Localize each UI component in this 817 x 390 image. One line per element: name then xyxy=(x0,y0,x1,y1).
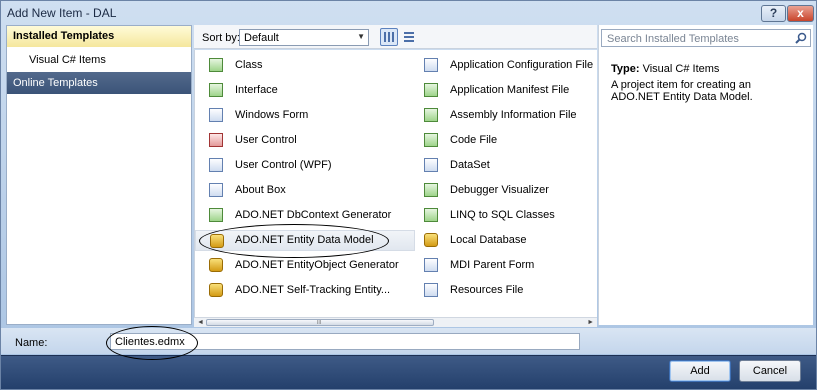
template-item-windows-form[interactable]: Windows Form xyxy=(195,105,395,126)
type-value: Visual C# Items xyxy=(642,63,720,75)
nav-visual-csharp-items[interactable]: Visual C# Items xyxy=(7,50,191,70)
sort-by-label: Sort by: xyxy=(202,32,240,44)
title-bar: Add New Item - DAL ? x xyxy=(1,1,816,24)
resources-file-icon xyxy=(424,283,438,297)
sort-by-value: Default xyxy=(244,32,279,44)
nav-installed-templates[interactable]: Installed Templates xyxy=(7,26,191,47)
template-categories-panel: Installed Templates Visual C# Items Onli… xyxy=(6,25,192,325)
nav-online-templates[interactable]: Online Templates xyxy=(7,72,191,94)
chevron-down-icon: ▼ xyxy=(357,32,365,41)
template-item-dataset[interactable]: DataSet xyxy=(410,155,597,176)
template-label: User Control (WPF) xyxy=(235,159,332,171)
sort-toolbar: Sort by: Default ▼ xyxy=(194,25,597,49)
name-row: Name: xyxy=(1,328,816,354)
template-label: ADO.NET EntityObject Generator xyxy=(235,259,399,271)
close-button[interactable]: x xyxy=(787,5,814,22)
add-new-item-dialog: Add New Item - DAL ? x Installed Templat… xyxy=(0,0,817,390)
search-templates-input[interactable]: Search Installed Templates xyxy=(601,29,811,47)
help-button[interactable]: ? xyxy=(761,5,786,22)
window-title: Add New Item - DAL xyxy=(7,6,117,20)
template-item-self-tracking-entity[interactable]: ADO.NET Self-Tracking Entity... xyxy=(195,280,395,301)
type-label: Type: xyxy=(611,63,640,75)
medium-icons-view-button[interactable] xyxy=(380,28,398,46)
config-file-icon xyxy=(424,58,438,72)
scroll-left-icon[interactable]: ◄ xyxy=(197,319,204,326)
template-item-user-control-wpf[interactable]: User Control (WPF) xyxy=(195,155,395,176)
template-item-entity-data-model[interactable]: ADO.NET Entity Data Model xyxy=(195,230,415,251)
debugger-visualizer-icon xyxy=(424,183,438,197)
template-item-resources-file[interactable]: Resources File xyxy=(410,280,597,301)
dataset-icon xyxy=(424,158,438,172)
name-input[interactable] xyxy=(110,333,580,350)
template-item-linq-to-sql[interactable]: LINQ to SQL Classes xyxy=(410,205,597,226)
template-label: Application Manifest File xyxy=(450,84,570,96)
template-label: Application Configuration File xyxy=(450,59,594,71)
dialog-footer: Add Cancel xyxy=(1,355,816,389)
template-label: Local Database xyxy=(450,234,527,246)
template-item-debugger-visualizer[interactable]: Debugger Visualizer xyxy=(410,180,597,201)
template-item-local-database[interactable]: Local Database xyxy=(410,230,597,251)
linq-to-sql-icon xyxy=(424,208,438,222)
template-item-code-file[interactable]: Code File xyxy=(410,130,597,151)
template-label: Code File xyxy=(450,134,498,146)
medium-icons-icon xyxy=(384,32,394,42)
template-label: Debugger Visualizer xyxy=(450,184,549,196)
code-file-icon xyxy=(424,133,438,147)
user-control-icon xyxy=(209,133,223,147)
sort-by-select[interactable]: Default ▼ xyxy=(239,29,369,46)
user-control-wpf-icon xyxy=(209,158,223,172)
scroll-right-icon[interactable]: ► xyxy=(587,319,594,326)
template-label: User Control xyxy=(235,134,297,146)
template-description: A project item for creating an ADO.NET E… xyxy=(611,79,753,103)
template-list-scrollbar[interactable]: ◄ III ► xyxy=(194,317,597,327)
template-label: LINQ to SQL Classes xyxy=(450,209,555,221)
template-item-dbcontext-generator[interactable]: ADO.NET DbContext Generator xyxy=(195,205,395,226)
manifest-file-icon xyxy=(424,83,438,97)
template-item-user-control[interactable]: User Control xyxy=(195,130,395,151)
search-placeholder: Search Installed Templates xyxy=(607,33,739,45)
template-item-config-file[interactable]: Application Configuration File xyxy=(410,55,597,76)
template-label: MDI Parent Form xyxy=(450,259,535,271)
add-button[interactable]: Add xyxy=(669,360,731,382)
template-label: Windows Form xyxy=(235,109,309,121)
type-line: Type: Visual C# Items xyxy=(611,63,719,75)
template-list: Class Interface Windows Form User Contro… xyxy=(194,50,597,317)
local-database-icon xyxy=(424,233,438,247)
small-icons-view-button[interactable] xyxy=(400,28,418,46)
template-label: About Box xyxy=(235,184,286,196)
interface-icon xyxy=(209,83,223,97)
template-label: ADO.NET DbContext Generator xyxy=(235,209,392,221)
assembly-info-icon xyxy=(424,108,438,122)
template-label: Resources File xyxy=(450,284,524,296)
template-item-interface[interactable]: Interface xyxy=(195,80,395,101)
template-label: Assembly Information File xyxy=(450,109,577,121)
template-label: ADO.NET Entity Data Model xyxy=(235,234,374,246)
class-icon xyxy=(209,58,223,72)
windows-form-icon xyxy=(209,108,223,122)
entity-data-model-icon xyxy=(210,234,224,248)
search-icon[interactable] xyxy=(795,32,807,44)
template-item-manifest-file[interactable]: Application Manifest File xyxy=(410,80,597,101)
template-label: ADO.NET Self-Tracking Entity... xyxy=(235,284,391,296)
name-label: Name: xyxy=(15,337,48,349)
template-label: Interface xyxy=(235,84,278,96)
cancel-button[interactable]: Cancel xyxy=(739,360,801,382)
template-label: DataSet xyxy=(450,159,490,171)
entityobject-generator-icon xyxy=(209,258,223,272)
scrollbar-thumb[interactable]: III xyxy=(206,319,434,326)
small-icons-icon xyxy=(404,32,414,42)
template-item-about-box[interactable]: About Box xyxy=(195,180,395,201)
grip-icon: III xyxy=(317,320,322,326)
self-tracking-entity-icon xyxy=(209,283,223,297)
template-item-mdi-parent-form[interactable]: MDI Parent Form xyxy=(410,255,597,276)
template-item-class[interactable]: Class xyxy=(195,55,395,76)
template-label: Class xyxy=(235,59,263,71)
details-pane: Search Installed Templates Type: Visual … xyxy=(598,25,813,325)
dbcontext-generator-icon xyxy=(209,208,223,222)
about-box-icon xyxy=(209,183,223,197)
mdi-parent-form-icon xyxy=(424,258,438,272)
template-item-entityobject-generator[interactable]: ADO.NET EntityObject Generator xyxy=(195,255,399,276)
template-item-assembly-info[interactable]: Assembly Information File xyxy=(410,105,597,126)
